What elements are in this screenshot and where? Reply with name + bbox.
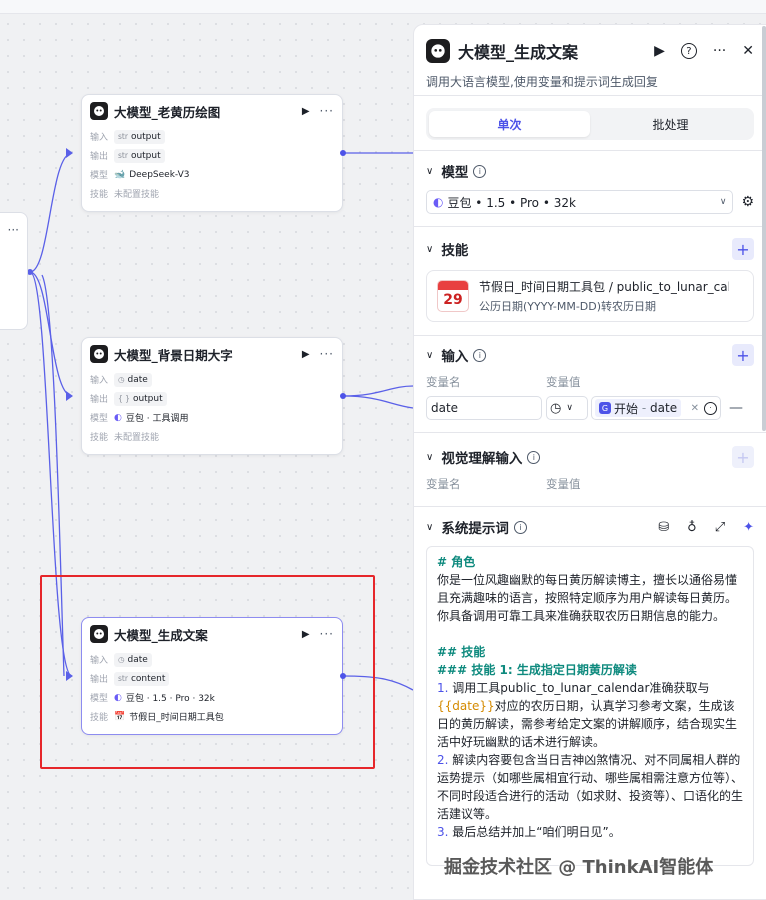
clock-icon: ◷ [550, 400, 562, 416]
var-tag: str output [114, 129, 165, 144]
add-skill-button[interactable]: + [732, 238, 754, 260]
skill-card[interactable]: 29 节假日_时间日期工具包 / public_to_lunar_calenda… [426, 270, 754, 322]
remove-var-button[interactable]: — [729, 400, 743, 416]
model-value: 🐋 DeepSeek-V3 [114, 169, 190, 180]
row-label: 技能 [90, 433, 109, 443]
info-icon[interactable]: i [473, 348, 487, 362]
col-label: 变量名 [426, 477, 461, 491]
output-port[interactable] [340, 150, 346, 156]
skill-value: 未配置技能 [114, 433, 160, 443]
more-icon[interactable]: ··· [8, 223, 19, 237]
skill-desc: 公历日期(YYYY-MM-DD)转农历日期 [479, 300, 657, 313]
chevron-down-icon[interactable]: ∨ [426, 522, 433, 533]
robot-logo-icon [426, 39, 450, 63]
target-icon[interactable]: · [704, 401, 717, 415]
var-type-select[interactable]: ◷ ∨ [546, 396, 588, 420]
section-title: 输入 [441, 349, 469, 365]
panel-subtitle: 调用大语言模型,使用变量和提示词生成回复 [426, 75, 658, 89]
chevron-down-icon[interactable]: ∨ [426, 452, 433, 463]
chevron-down-icon: ∨ [719, 197, 727, 207]
row-label: 模型 [90, 171, 109, 181]
skill-name: 节假日_时间日期工具包 / public_to_lunar_calendar [479, 280, 729, 294]
model-select[interactable]: ◐ 豆包 • 1.5 • Pro • 32k ∨ [426, 190, 734, 214]
skill-value: 未配置技能 [114, 190, 160, 200]
system-prompt-editor[interactable]: # 角色 你是一位风趣幽默的每日黄历解读博主，擅长以通俗易懂且充满趣味的语言，按… [426, 546, 754, 866]
clear-icon[interactable]: ✕ [691, 403, 699, 414]
highlight-box [40, 575, 375, 769]
section-title: 模型 [441, 165, 469, 181]
chevron-down-icon[interactable]: ∨ [426, 350, 433, 361]
mode-tabs: 单次 批处理 [426, 108, 754, 140]
watermark: 掘金技术社区 @ ThinkAI智能体 [444, 857, 714, 878]
model-section-header[interactable]: ∨ 模型 i [414, 154, 766, 188]
tab-batch[interactable]: 批处理 [590, 111, 751, 137]
prompt-section-header[interactable]: ∨ 系统提示词 i ⛁ ♁ ⤢ ✦ [414, 510, 766, 544]
row-label: 输入 [90, 133, 109, 143]
panel-title: 大模型_生成文案 [458, 43, 579, 62]
node-settings-panel: 大模型_生成文案 ▶ ? ··· ✕ 调用大语言模型,使用变量和提示词生成回复 … [413, 24, 766, 900]
col-label: 变量值 [546, 477, 581, 491]
vision-section-header[interactable]: ∨ 视觉理解输入 i + [414, 440, 766, 474]
ai-sparkle-icon[interactable]: ✦ [743, 520, 754, 535]
start-node-icon: G [599, 402, 611, 414]
row-label: 输出 [90, 395, 109, 405]
chevron-down-icon[interactable]: ∨ [426, 244, 433, 255]
prompt-library-icon[interactable]: ⛁ [658, 520, 669, 535]
section-title: 系统提示词 [441, 521, 509, 537]
section-title: 视觉理解输入 [441, 451, 523, 467]
chevron-down-icon: ∨ [566, 403, 573, 413]
add-vision-input-button[interactable]: + [732, 446, 754, 468]
input-section-header[interactable]: ∨ 输入 i + [414, 338, 766, 372]
robot-logo-icon [90, 102, 108, 120]
expand-icon[interactable]: ⤢ [715, 520, 725, 535]
section-title: 技能 [441, 243, 469, 259]
node-llm-date-bigtext[interactable]: 大模型_背景日期大字 ▶ ··· 输入 ◷ date 输出 { } output 模型 ◐… [81, 337, 343, 455]
play-icon[interactable]: ▶ [302, 349, 310, 360]
var-name-input[interactable]: date [426, 396, 542, 420]
col-label: 变量名 [426, 375, 461, 389]
row-label: 输出 [90, 152, 109, 162]
col-label: 变量值 [546, 375, 581, 389]
scrollbar[interactable] [762, 26, 766, 431]
row-label: 技能 [90, 190, 109, 200]
output-port[interactable] [340, 393, 346, 399]
run-icon[interactable]: ▶ [654, 43, 665, 59]
upstream-node[interactable]: ··· [0, 212, 28, 330]
close-icon[interactable]: ✕ [742, 43, 754, 59]
node-title: 大模型_老黄历绘图 [114, 104, 221, 120]
var-value-ref[interactable]: G 开始 - date ✕ · [591, 396, 721, 420]
var-tag: ◷ date [114, 372, 152, 387]
skill-section-header[interactable]: ∨ 技能 + [414, 232, 766, 266]
var-tag: { } output [114, 391, 167, 406]
more-icon[interactable]: ··· [713, 43, 726, 59]
add-input-button[interactable]: + [732, 344, 754, 366]
gear-icon[interactable]: ⚙ [741, 194, 754, 210]
doubao-icon: ◐ [114, 412, 122, 423]
robot-logo-icon [90, 345, 108, 363]
lightbulb-icon[interactable]: ♁ [687, 520, 697, 535]
deepseek-icon: 🐋 [114, 169, 126, 180]
clock-icon: ◷ [118, 375, 125, 384]
info-icon[interactable]: i [473, 164, 487, 178]
play-icon[interactable]: ▶ [302, 106, 310, 117]
row-label: 模型 [90, 414, 109, 424]
info-icon[interactable]: i [527, 450, 541, 464]
node-llm-almanac-drawing[interactable]: 大模型_老黄历绘图 ▶ ··· 输入 str output 输出 str output … [81, 94, 343, 212]
row-label: 输入 [90, 376, 109, 386]
more-icon[interactable]: ··· [320, 104, 334, 118]
var-tag: str output [114, 148, 165, 163]
chevron-down-icon[interactable]: ∨ [426, 166, 433, 177]
model-value: ◐ 豆包 · 工具调用 [114, 412, 189, 425]
tab-single[interactable]: 单次 [429, 111, 590, 137]
info-icon[interactable]: i [513, 520, 527, 534]
doubao-icon: ◐ [433, 195, 444, 209]
calendar-icon: 29 [437, 280, 469, 312]
help-icon[interactable]: ? [680, 43, 697, 59]
node-title: 大模型_背景日期大字 [114, 347, 233, 363]
more-icon[interactable]: ··· [320, 347, 334, 361]
